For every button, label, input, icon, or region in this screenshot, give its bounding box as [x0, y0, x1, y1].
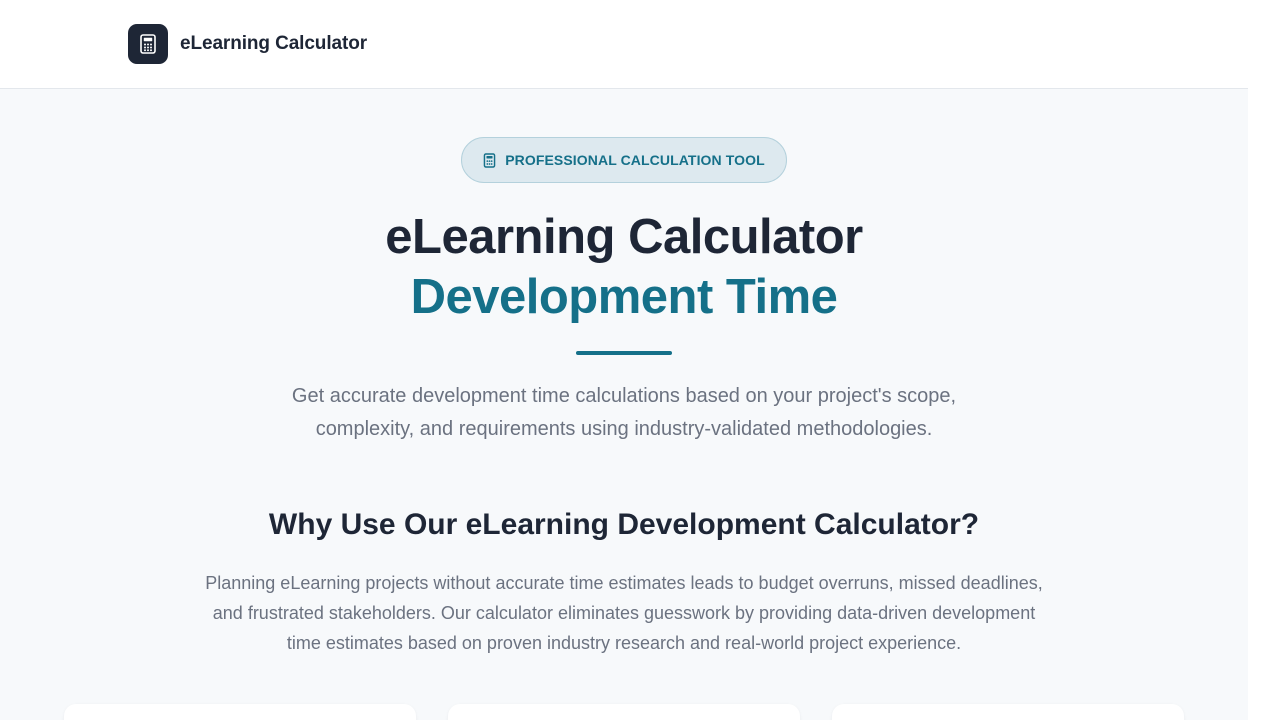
page: eLearning Calculator PROFESSIONAL CALCUL… — [0, 0, 1248, 720]
calculator-icon — [140, 34, 156, 54]
hero-description-line: complexity, and requirements using indus… — [315, 418, 933, 440]
feature-card — [832, 704, 1184, 720]
why-paragraph: Planning eLearning projects without accu… — [164, 568, 1084, 658]
brand-name[interactable]: eLearning Calculator — [180, 33, 367, 55]
why-paragraph-line: time estimates based on proven industry … — [286, 633, 962, 653]
hero-title: eLearning Calculator — [385, 210, 863, 264]
title-divider — [576, 351, 672, 355]
hero-description: Get accurate development time calculatio… — [224, 380, 1024, 446]
badge-label: PROFESSIONAL CALCULATION TOOL — [505, 152, 765, 168]
why-paragraph-line: Planning eLearning projects without accu… — [205, 573, 1043, 593]
scrollbar-track[interactable] — [1248, 0, 1280, 720]
why-heading: Why Use Our eLearning Development Calcul… — [268, 508, 980, 541]
hero-badge: PROFESSIONAL CALCULATION TOOL — [461, 137, 787, 183]
calculator-icon — [483, 152, 496, 168]
feature-card — [64, 704, 416, 720]
feature-card — [448, 704, 800, 720]
hero-title-accent: Development Time — [410, 270, 838, 324]
site-header: eLearning Calculator — [0, 0, 1248, 89]
why-paragraph-line: and frustrated stakeholders. Our calcula… — [212, 603, 1036, 623]
logo[interactable] — [128, 24, 168, 64]
hero-description-line: Get accurate development time calculatio… — [291, 385, 957, 407]
